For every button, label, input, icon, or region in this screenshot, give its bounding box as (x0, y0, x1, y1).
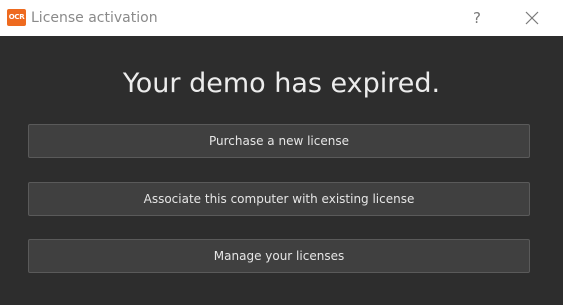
window-title: License activation (31, 10, 158, 26)
title-bar: OCR License activation ? (0, 0, 563, 36)
help-button[interactable]: ? (466, 6, 488, 30)
close-button[interactable] (522, 8, 542, 28)
manage-licenses-button[interactable]: Manage your licenses (28, 239, 530, 273)
license-activation-window: OCR License activation ? Your demo has e… (0, 0, 563, 305)
demo-expired-heading: Your demo has expired. (122, 68, 441, 99)
associate-license-button[interactable]: Associate this computer with existing li… (28, 182, 530, 216)
close-icon (525, 11, 539, 25)
purchase-license-button[interactable]: Purchase a new license (28, 124, 530, 158)
dialog-content: Your demo has expired. Purchase a new li… (0, 36, 563, 305)
app-logo-icon: OCR (7, 9, 26, 26)
